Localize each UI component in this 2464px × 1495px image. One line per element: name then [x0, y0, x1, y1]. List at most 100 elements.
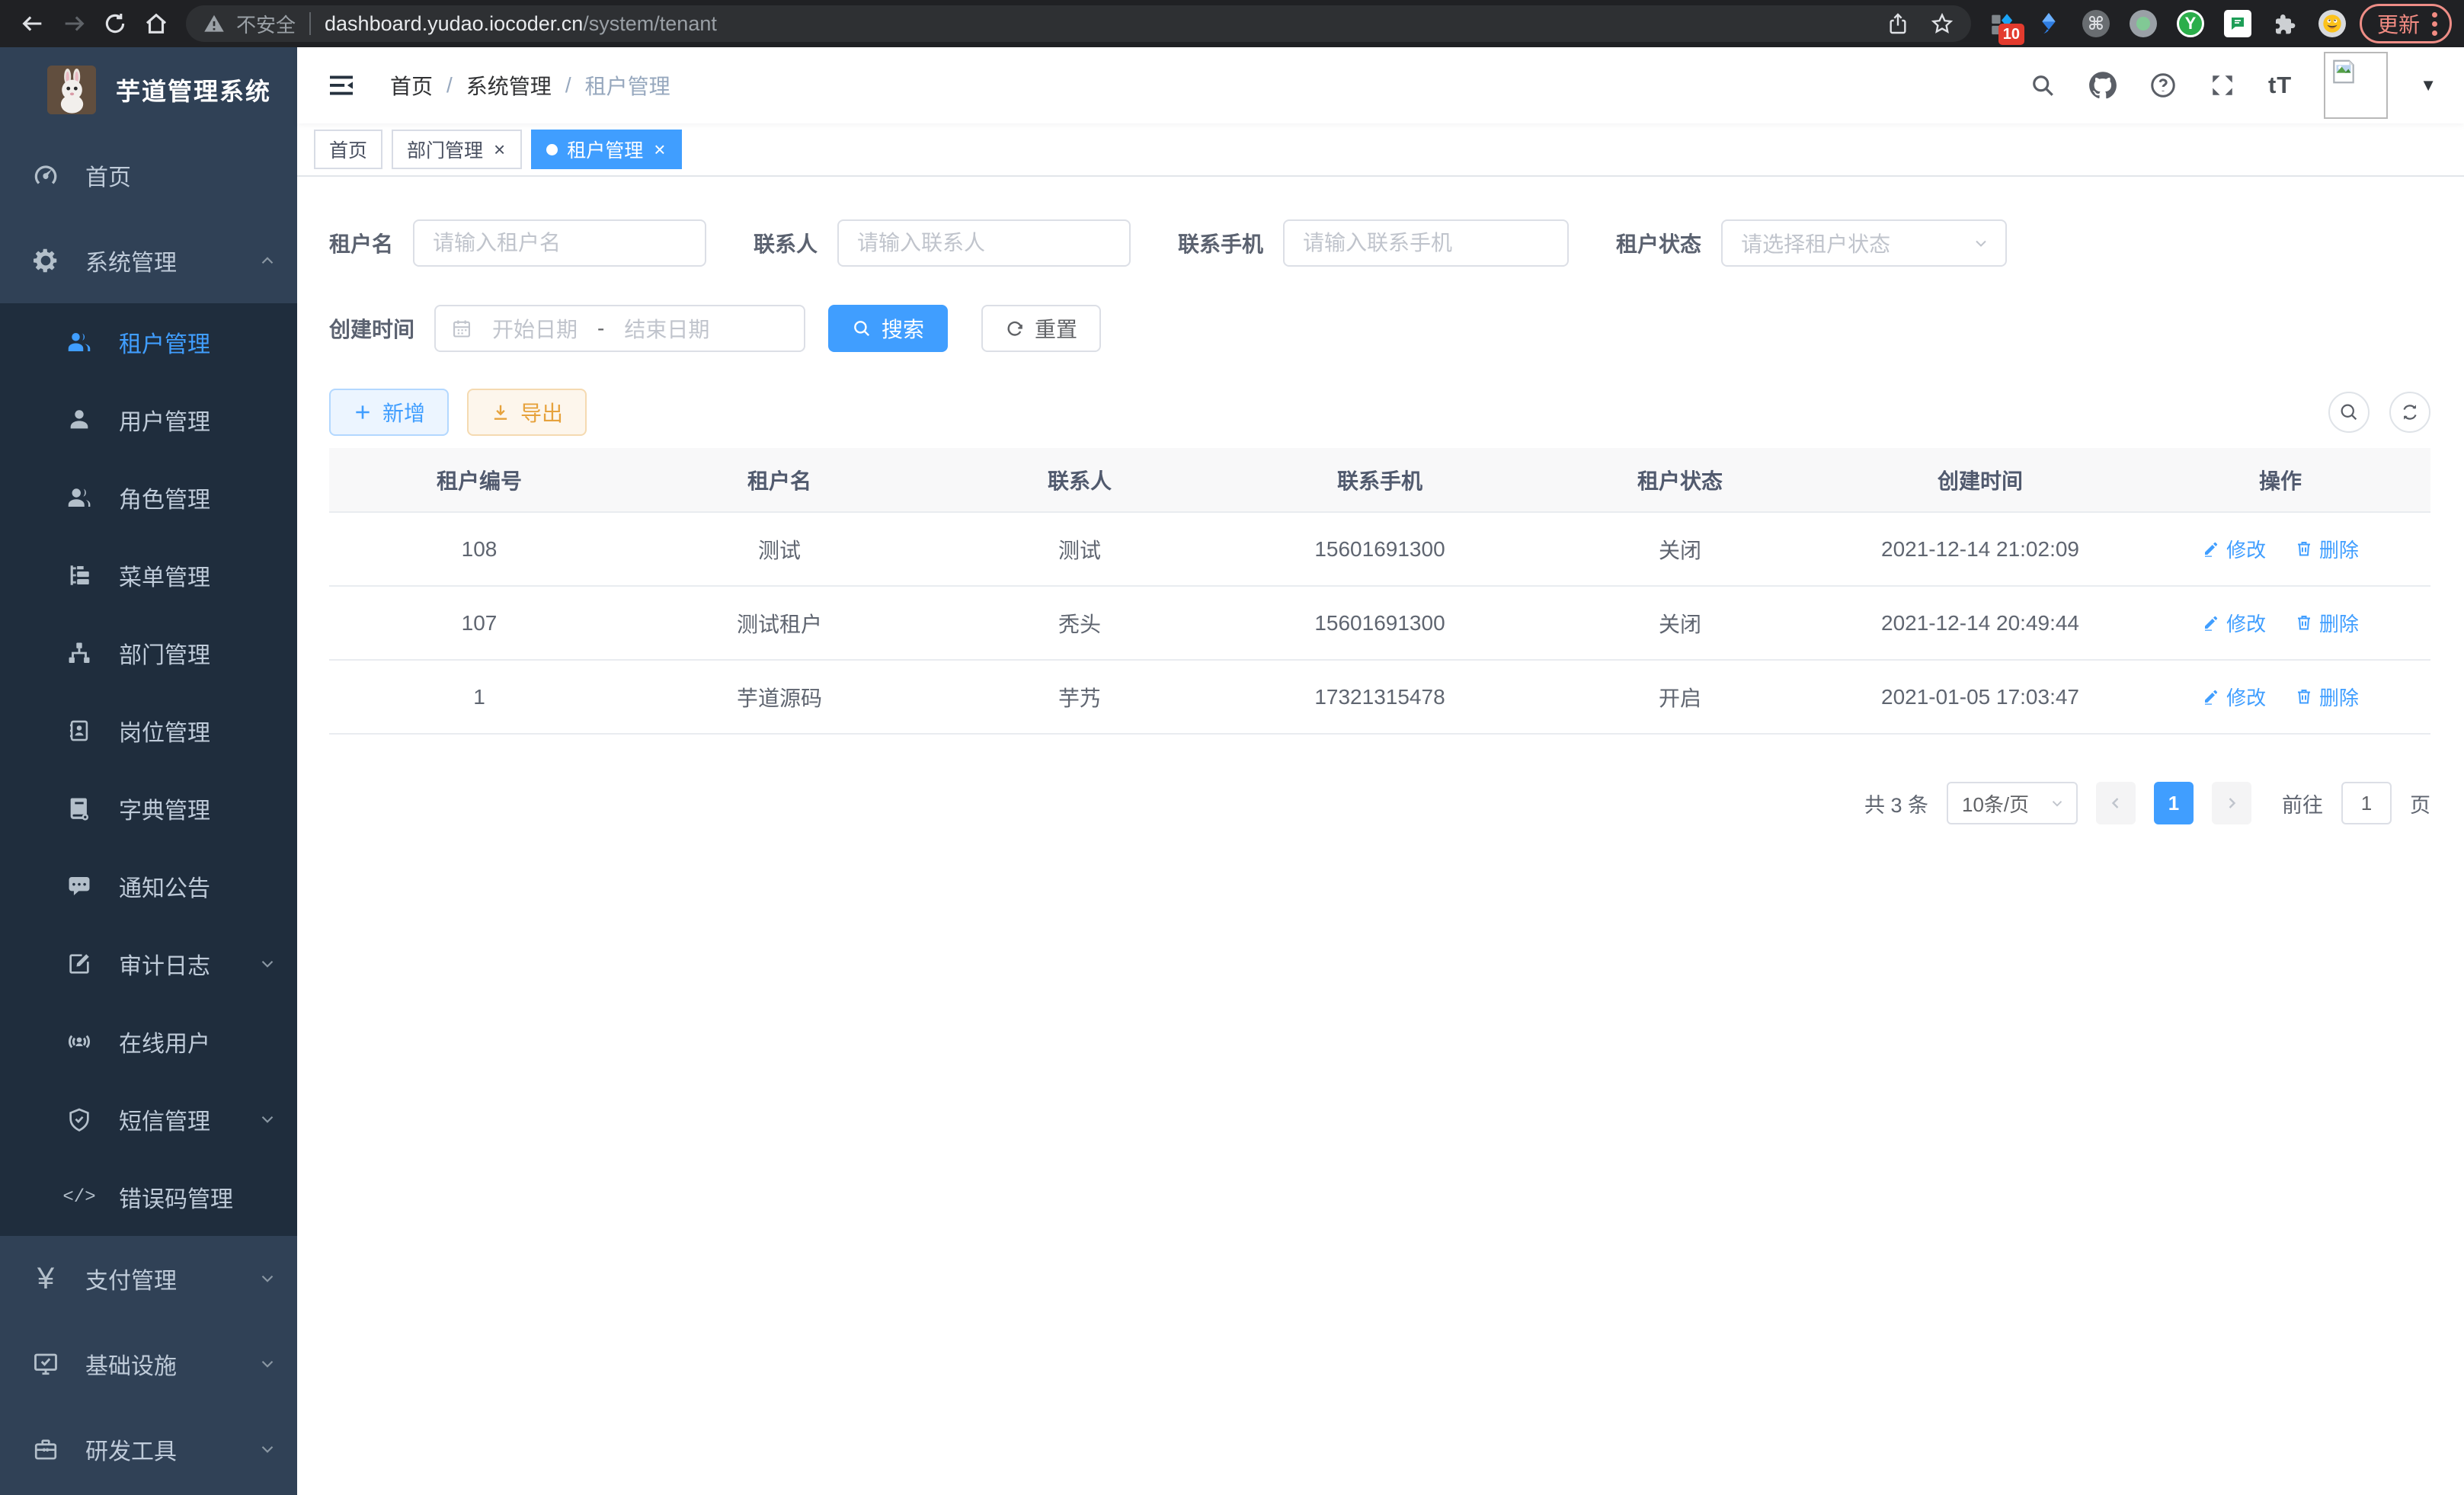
delete-button[interactable]: 删除 [2295, 609, 2359, 637]
close-icon[interactable]: × [652, 139, 667, 159]
back-icon[interactable] [12, 3, 53, 44]
sidebar-item-sms[interactable]: 短信管理 [0, 1080, 297, 1158]
edit-button[interactable]: 修改 [2202, 535, 2266, 563]
trash-icon [2295, 613, 2313, 632]
sidebar-item-role[interactable]: 角色管理 [0, 459, 297, 536]
share-icon[interactable] [1886, 11, 1910, 36]
page-number-button[interactable]: 1 [2154, 782, 2194, 824]
sidebar-item-notice[interactable]: 通知公告 [0, 847, 297, 925]
post-icon [64, 715, 94, 746]
forward-icon[interactable] [53, 3, 94, 44]
sidebar-item-post[interactable]: 岗位管理 [0, 692, 297, 770]
goto-label: 前往 [2282, 789, 2323, 818]
extension-kite-icon[interactable] [2035, 10, 2062, 37]
sidebar-item-devtools[interactable]: 研发工具 [0, 1407, 297, 1492]
page-unit-label: 页 [2410, 789, 2430, 818]
tenants-icon [64, 327, 94, 357]
delete-button[interactable]: 删除 [2295, 683, 2359, 711]
sidebar-item-system[interactable]: 系统管理 [0, 218, 297, 303]
plus-icon [353, 402, 373, 422]
online-user-icon [64, 1026, 94, 1057]
close-icon[interactable]: × [492, 139, 507, 159]
export-button[interactable]: 导出 [467, 389, 587, 436]
sidebar-item-infra[interactable]: 基础设施 [0, 1321, 297, 1407]
github-icon[interactable] [2088, 71, 2117, 100]
table-row: 108 测试 测试 15601691300 关闭 2021-12-14 21:0… [329, 512, 2430, 586]
status-select[interactable]: 请选择租户状态 [1721, 219, 2007, 267]
pagination: 共 3 条 10条/页 1 前往 [329, 782, 2430, 824]
extensions-puzzle-icon[interactable] [2271, 10, 2299, 37]
toggle-search-icon[interactable] [2328, 392, 2370, 433]
search-button[interactable]: 搜索 [828, 305, 948, 352]
header-search-icon[interactable] [2029, 72, 2056, 99]
sidebar-item-audit[interactable]: 审计日志 [0, 925, 297, 1003]
table-header-row: 租户编号 租户名 联系人 联系手机 租户状态 创建时间 操作 [329, 448, 2430, 512]
next-page-button[interactable] [2212, 782, 2251, 824]
reload-icon[interactable] [94, 3, 136, 44]
bookmark-star-icon[interactable] [1930, 11, 1954, 36]
sidebar-item-home[interactable]: 首页 [0, 133, 297, 218]
refresh-icon [1005, 319, 1025, 338]
gear-icon [30, 245, 61, 276]
sidebar-toggle-icon[interactable] [318, 70, 364, 101]
avatar-caret-icon[interactable]: ▼ [2420, 75, 2437, 95]
col-tenant-id: 租户编号 [329, 448, 629, 512]
extension-y-icon[interactable]: Y [2177, 10, 2204, 37]
sidebar-item-dept[interactable]: 部门管理 [0, 614, 297, 692]
logo[interactable]: 芋道管理系统 [0, 47, 297, 133]
table-row: 107 测试租户 秃头 15601691300 关闭 2021-12-14 20… [329, 586, 2430, 660]
breadcrumb: 首页 / 系统管理 / 租户管理 [390, 70, 670, 101]
page-size-select[interactable]: 10条/页 [1947, 782, 2078, 824]
pen-icon [2202, 539, 2220, 558]
prev-page-button[interactable] [2096, 782, 2136, 824]
sidebar-item-user[interactable]: 用户管理 [0, 381, 297, 459]
browser-menu-icon[interactable] [2432, 12, 2437, 36]
create-time-range-picker[interactable]: 开始日期 - 结束日期 [434, 305, 805, 352]
sidebar-item-tenant[interactable]: 租户管理 [0, 303, 297, 381]
sidebar-item-label: 通知公告 [119, 869, 210, 903]
breadcrumb-home[interactable]: 首页 [390, 70, 433, 101]
extension-chat-icon[interactable] [2224, 10, 2251, 37]
contact-input[interactable] [837, 219, 1131, 267]
sidebar-item-menu[interactable]: 菜单管理 [0, 536, 297, 614]
refresh-table-icon[interactable] [2389, 392, 2430, 433]
col-created: 创建时间 [1830, 448, 2130, 512]
mobile-input[interactable] [1283, 219, 1569, 267]
extension-tabs-icon[interactable]: 10 [1988, 10, 2015, 37]
help-icon[interactable] [2149, 72, 2177, 99]
contact-label: 联系人 [754, 228, 818, 258]
fullscreen-icon[interactable] [2209, 72, 2236, 99]
sidebar-item-errcode[interactable]: </> 错误码管理 [0, 1158, 297, 1236]
tenant-name-input[interactable] [413, 219, 706, 267]
reset-button[interactable]: 重置 [981, 305, 1101, 352]
extension-command-icon[interactable]: ⌘ [2082, 10, 2110, 37]
chevron-down-icon [258, 954, 277, 974]
goto-page-input[interactable] [2341, 782, 2392, 824]
address-bar[interactable]: 不安全 dashboard.yudao.iocoder.cn/system/te… [186, 5, 1971, 42]
edit-button[interactable]: 修改 [2202, 609, 2266, 637]
delete-button[interactable]: 删除 [2295, 535, 2359, 563]
sidebar-item-label: 错误码管理 [119, 1180, 233, 1214]
url-text[interactable]: dashboard.yudao.iocoder.cn/system/tenant [325, 12, 717, 36]
tab-home[interactable]: 首页 [314, 130, 382, 169]
chevron-down-icon [258, 1354, 277, 1374]
security-label[interactable]: 不安全 [236, 10, 296, 38]
extension-emoji-icon[interactable] [2318, 10, 2346, 37]
add-button[interactable]: 新增 [329, 389, 449, 436]
font-size-icon[interactable]: tT [2268, 72, 2292, 99]
sidebar-item-pay[interactable]: ¥ 支付管理 [0, 1236, 297, 1321]
app-title: 芋道管理系统 [116, 72, 271, 107]
browser-update-button[interactable]: 更新 [2360, 4, 2452, 43]
breadcrumb-current: 租户管理 [585, 70, 670, 101]
home-icon[interactable] [136, 3, 177, 44]
insecure-warning-icon [203, 12, 226, 35]
edit-button[interactable]: 修改 [2202, 683, 2266, 711]
sidebar-item-online[interactable]: 在线用户 [0, 1003, 297, 1080]
sidebar-item-dict[interactable]: 字典管理 [0, 770, 297, 847]
logo-rabbit-image [47, 66, 96, 114]
extension-dot-icon[interactable] [2130, 10, 2157, 37]
tab-dept[interactable]: 部门管理 × [392, 130, 522, 169]
avatar[interactable] [2324, 52, 2388, 119]
tab-tenant[interactable]: 租户管理 × [531, 130, 682, 169]
breadcrumb-system[interactable]: 系统管理 [466, 70, 552, 101]
